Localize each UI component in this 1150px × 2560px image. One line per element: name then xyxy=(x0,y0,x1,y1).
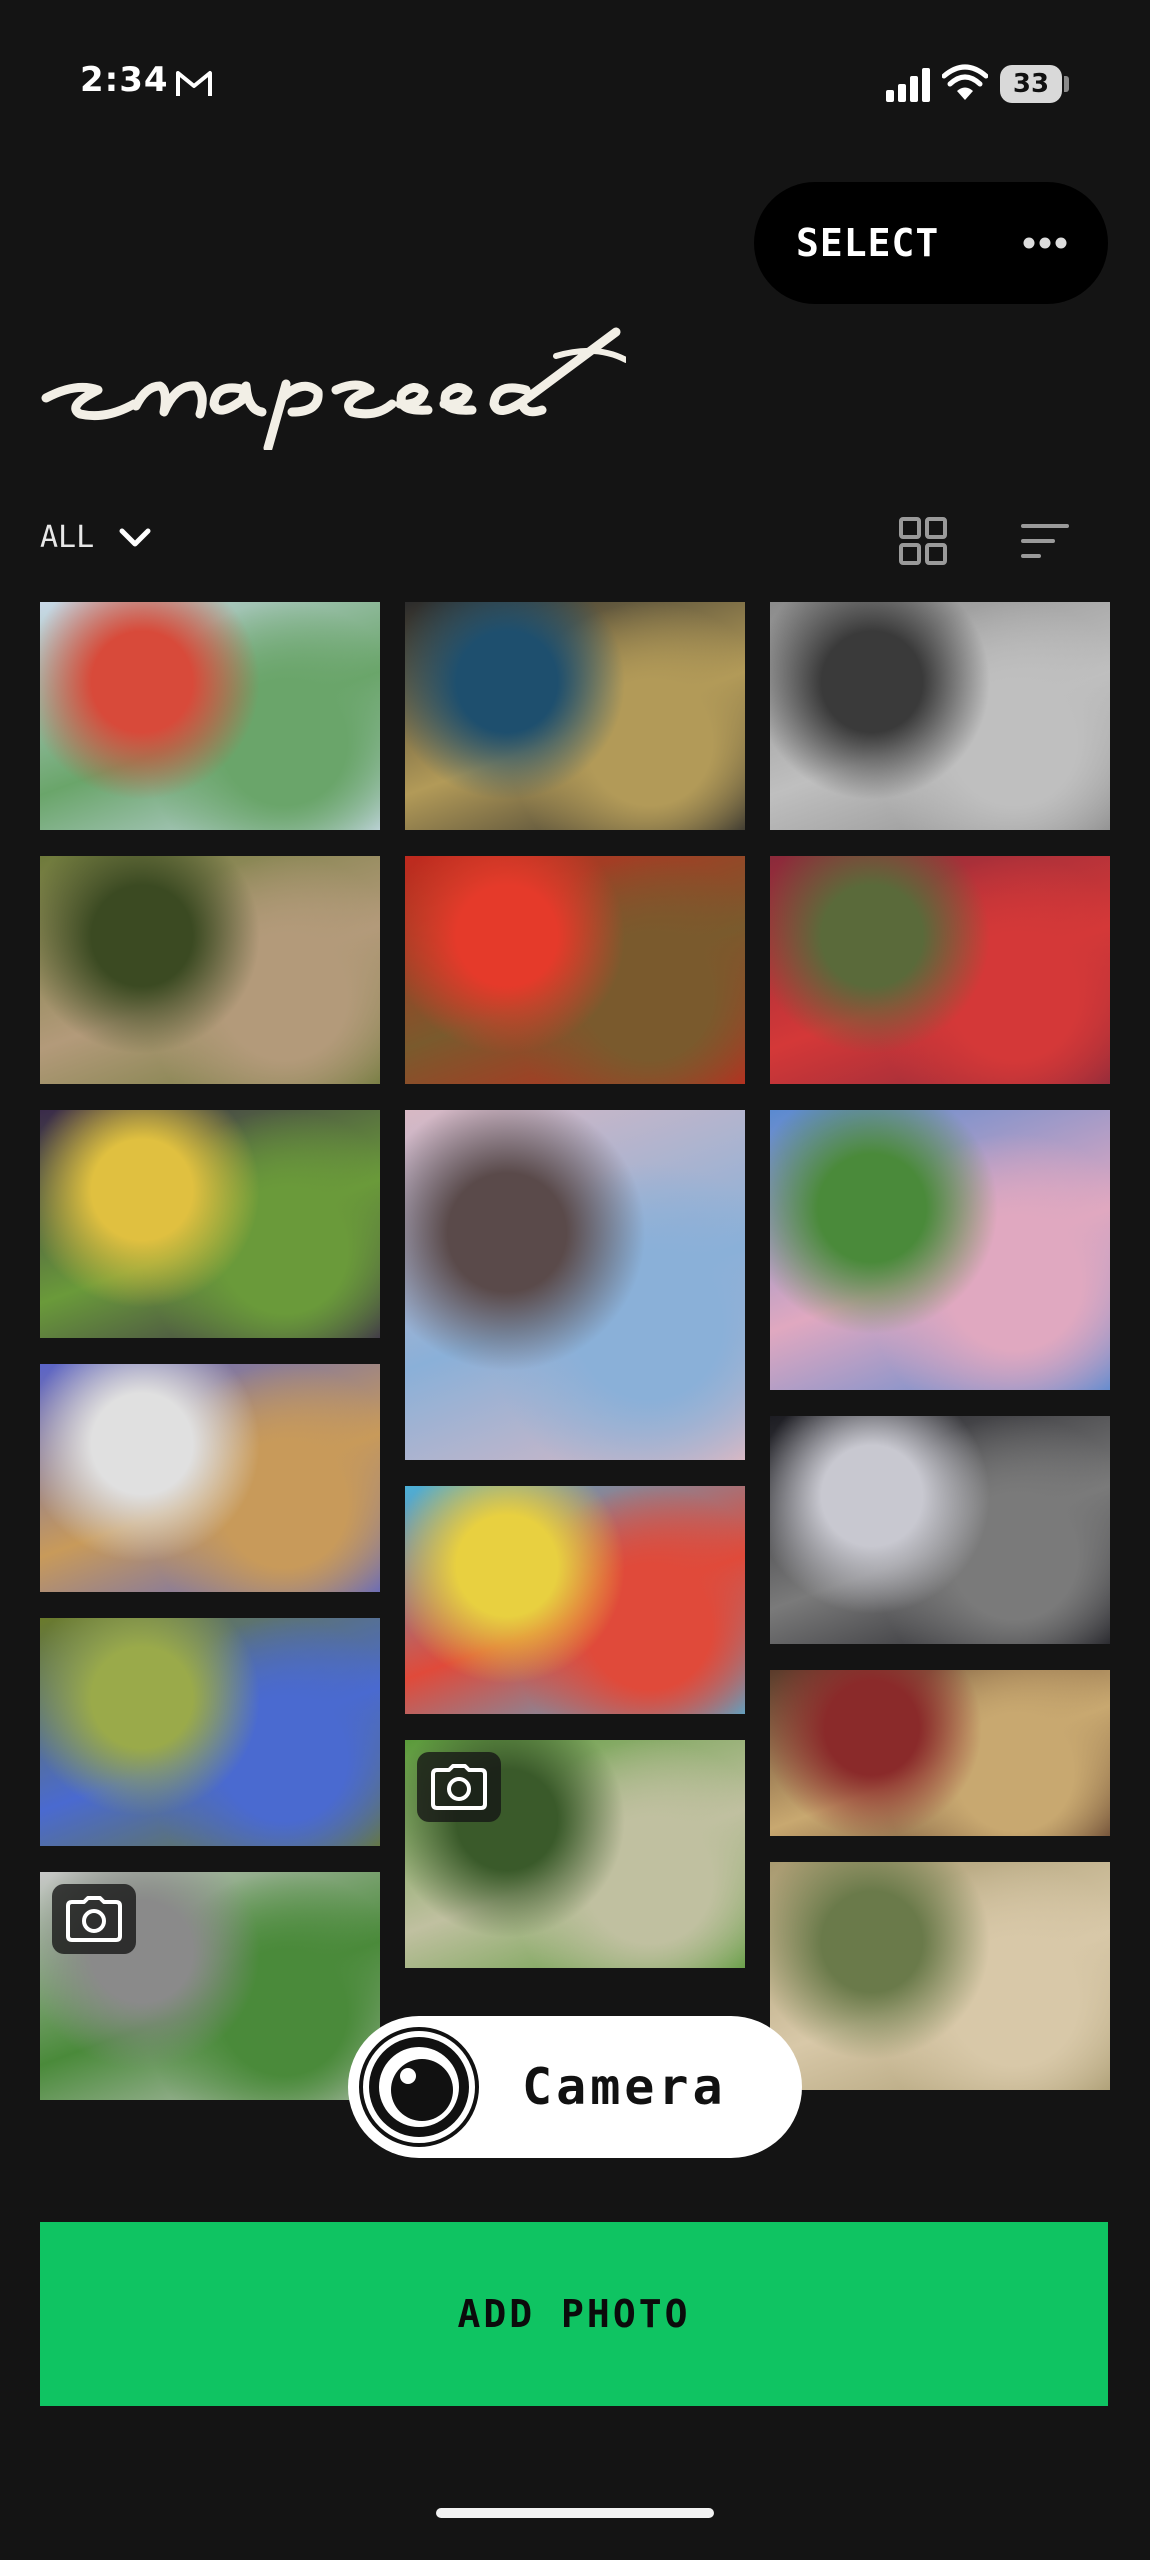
filter-label: ALL xyxy=(40,520,95,555)
photo-cherry-blossom-branches[interactable] xyxy=(405,1110,745,1460)
photo-fruit-stand[interactable] xyxy=(770,856,1110,1084)
status-time: 2:34 xyxy=(80,60,169,100)
photo-grocery-shelf[interactable] xyxy=(40,602,380,830)
photo-ball-pit[interactable] xyxy=(405,1486,745,1714)
camera-capture-icon xyxy=(52,1884,136,1954)
camera-button[interactable]: Camera xyxy=(348,2016,802,2158)
photo-tree-foliage[interactable] xyxy=(40,856,380,1084)
photo-forest-lawn[interactable] xyxy=(405,1740,745,1968)
camera-label: Camera xyxy=(522,2058,727,2116)
battery-indicator: 33 xyxy=(1000,65,1062,103)
photo-bowling-alley[interactable] xyxy=(405,602,745,830)
filter-dropdown[interactable]: ALL xyxy=(40,520,152,555)
photo-evergreen-tree[interactable] xyxy=(40,1618,380,1846)
photo-curb-sepia[interactable] xyxy=(770,1862,1110,2090)
add-photo-label: ADD PHOTO xyxy=(457,2292,691,2336)
more-horizontal-icon[interactable] xyxy=(1022,236,1068,250)
photo-eggplants[interactable] xyxy=(40,1110,380,1338)
gmail-icon xyxy=(176,71,212,96)
photo-gas-station-night[interactable] xyxy=(770,1416,1110,1644)
photo-red-peppers[interactable] xyxy=(405,856,745,1084)
photo-mall-ceiling[interactable] xyxy=(40,1364,380,1592)
wifi-icon xyxy=(942,64,988,100)
chevron-down-icon xyxy=(119,528,151,546)
select-button[interactable]: SELECT xyxy=(796,221,939,265)
grid-view-icon[interactable] xyxy=(898,516,948,566)
photo-restaurant-interior[interactable] xyxy=(770,1670,1110,1836)
snapseed-logo xyxy=(41,327,626,450)
battery-tip xyxy=(1064,76,1069,92)
photo-grill[interactable] xyxy=(770,602,1110,830)
home-indicator xyxy=(436,2508,714,2518)
camera-lens-icon xyxy=(359,2027,479,2147)
photo-street-curb[interactable] xyxy=(40,1872,380,2100)
select-pill: SELECT xyxy=(754,182,1108,304)
sort-icon[interactable] xyxy=(1020,522,1070,560)
signal-icon xyxy=(886,68,930,102)
camera-capture-icon xyxy=(417,1752,501,1822)
photo-cherry-tree-park[interactable] xyxy=(770,1110,1110,1390)
add-photo-button[interactable]: ADD PHOTO xyxy=(40,2222,1108,2406)
